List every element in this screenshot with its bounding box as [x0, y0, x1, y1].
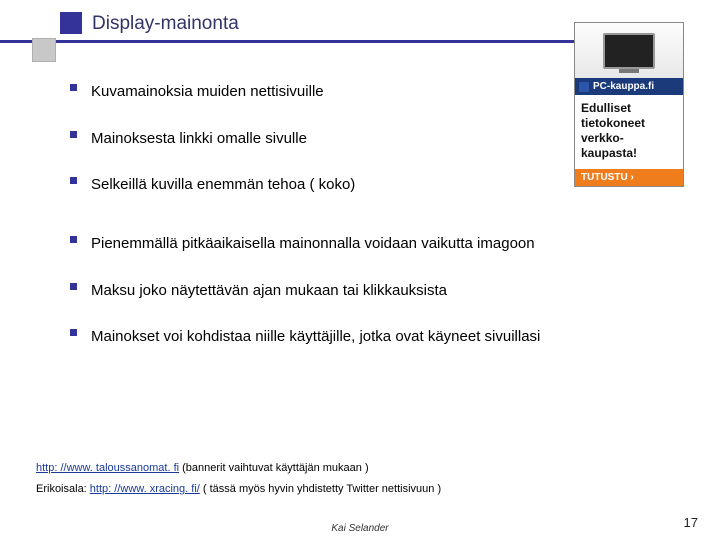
bullet-text: Selkeillä kuvilla enemmän tehoa ( koko) [91, 171, 355, 200]
bullet-icon [70, 329, 77, 336]
bullet-icon [70, 283, 77, 290]
reference-prefix: Erikoisala: [36, 483, 90, 495]
references: http: //www. taloussanomat. fi (bannerit… [36, 458, 676, 500]
reference-note: (bannerit vaihtuvat käyttäjän mukaan ) [179, 462, 369, 474]
reference-link[interactable]: http: //www. xracing. fi/ [90, 483, 200, 495]
ad-image [575, 23, 683, 78]
reference-note: ( tässä myös hyvin yhdistetty Twitter ne… [200, 483, 441, 495]
bullet-text: Mainoksesta linkki omalle sivulle [91, 125, 307, 154]
bullet-text: Maksu joko näytettävän ajan mukaan tai k… [91, 277, 447, 306]
bullet-item: Maksu joko näytettävän ajan mukaan tai k… [70, 277, 670, 306]
bullet-icon [70, 84, 77, 91]
ad-brand-icon [579, 82, 589, 92]
reference-line: Erikoisala: http: //www. xracing. fi/ ( … [36, 479, 676, 500]
ad-banner: PC-kauppa.fi Edulliset tietokoneet verkk… [574, 22, 684, 187]
bullet-list-top: Kuvamainoksia muiden nettisivuille Maino… [70, 78, 550, 218]
bullet-icon [70, 177, 77, 184]
bullet-text: Kuvamainoksia muiden nettisivuille [91, 78, 324, 107]
monitor-icon [603, 33, 655, 69]
reference-line: http: //www. taloussanomat. fi (bannerit… [36, 458, 676, 479]
bullet-item: Kuvamainoksia muiden nettisivuille [70, 78, 550, 107]
slide-title: Display-mainonta [92, 13, 239, 36]
ad-body-text: Edulliset tietokoneet verkko-kaupasta! [575, 95, 683, 169]
bullet-item: Selkeillä kuvilla enemmän tehoa ( koko) [70, 171, 550, 200]
bullet-icon [70, 131, 77, 138]
title-accent-square [60, 12, 82, 34]
reference-link[interactable]: http: //www. taloussanomat. fi [36, 462, 179, 474]
bullet-icon [70, 236, 77, 243]
bullet-text: Mainokset voi kohdistaa niille käyttäjil… [91, 323, 540, 352]
ad-cta-label: TUTUSTU › [581, 172, 634, 183]
footer-author: Kai Selander [0, 523, 720, 534]
bullet-item: Mainoksesta linkki omalle sivulle [70, 125, 550, 154]
title-underline [0, 40, 640, 43]
bullet-list-bottom: Pienemmällä pitkäaikaisella mainonnalla … [70, 230, 670, 370]
bullet-text: Pienemmällä pitkäaikaisella mainonnalla … [91, 230, 535, 259]
bullet-item: Mainokset voi kohdistaa niille käyttäjil… [70, 323, 670, 352]
corner-accent-square [32, 38, 56, 62]
ad-brand-bar: PC-kauppa.fi [575, 78, 683, 95]
page-number: 17 [684, 515, 698, 530]
ad-brand-text: PC-kauppa.fi [593, 81, 654, 92]
ad-cta-button[interactable]: TUTUSTU › [575, 169, 683, 186]
bullet-item: Pienemmällä pitkäaikaisella mainonnalla … [70, 230, 670, 259]
